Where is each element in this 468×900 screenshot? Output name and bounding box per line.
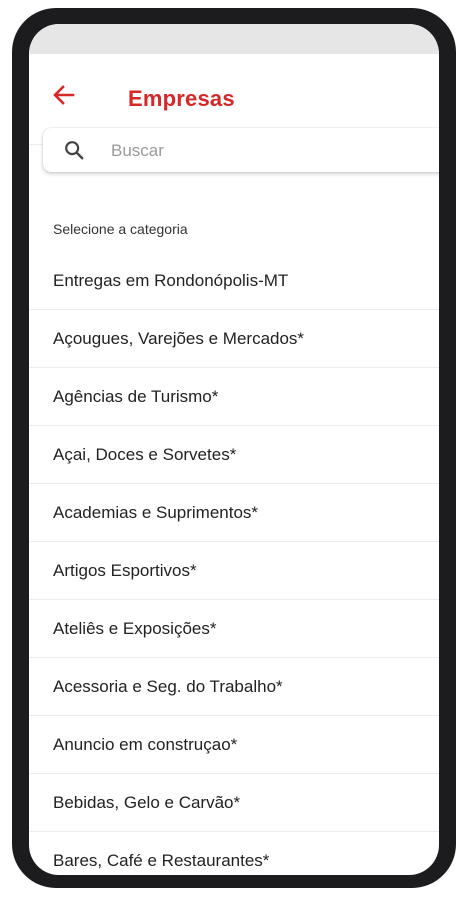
section-label: Selecione a categoria (53, 221, 188, 237)
phone-frame: Empresas Selecione a categoria Entregas … (12, 8, 456, 888)
category-item[interactable]: Agências de Turismo* (29, 368, 439, 426)
back-button[interactable] (49, 80, 79, 110)
category-item[interactable]: Açougues, Varejões e Mercados* (29, 310, 439, 368)
category-item[interactable]: Açai, Doces e Sorvetes* (29, 426, 439, 484)
category-item[interactable]: Acessoria e Seg. do Trabalho* (29, 658, 439, 716)
arrow-left-icon (53, 85, 75, 105)
page-title: Empresas (128, 86, 235, 111)
category-item[interactable]: Bares, Café e Restaurantes* (29, 832, 439, 875)
app-screen: Empresas Selecione a categoria Entregas … (29, 24, 439, 875)
status-bar (29, 24, 439, 54)
category-item[interactable]: Academias e Suprimentos* (29, 484, 439, 542)
category-list: Entregas em Rondonópolis-MT Açougues, Va… (29, 252, 439, 875)
category-item[interactable]: Bebidas, Gelo e Carvão* (29, 774, 439, 832)
search-input[interactable] (109, 136, 413, 166)
category-item[interactable]: Anuncio em construçao* (29, 716, 439, 774)
category-item[interactable]: Artigos Esportivos* (29, 542, 439, 600)
category-item[interactable]: Ateliês e Exposições* (29, 600, 439, 658)
search-icon (65, 141, 84, 160)
search-bar[interactable] (43, 128, 439, 172)
category-item[interactable]: Entregas em Rondonópolis-MT (29, 252, 439, 310)
